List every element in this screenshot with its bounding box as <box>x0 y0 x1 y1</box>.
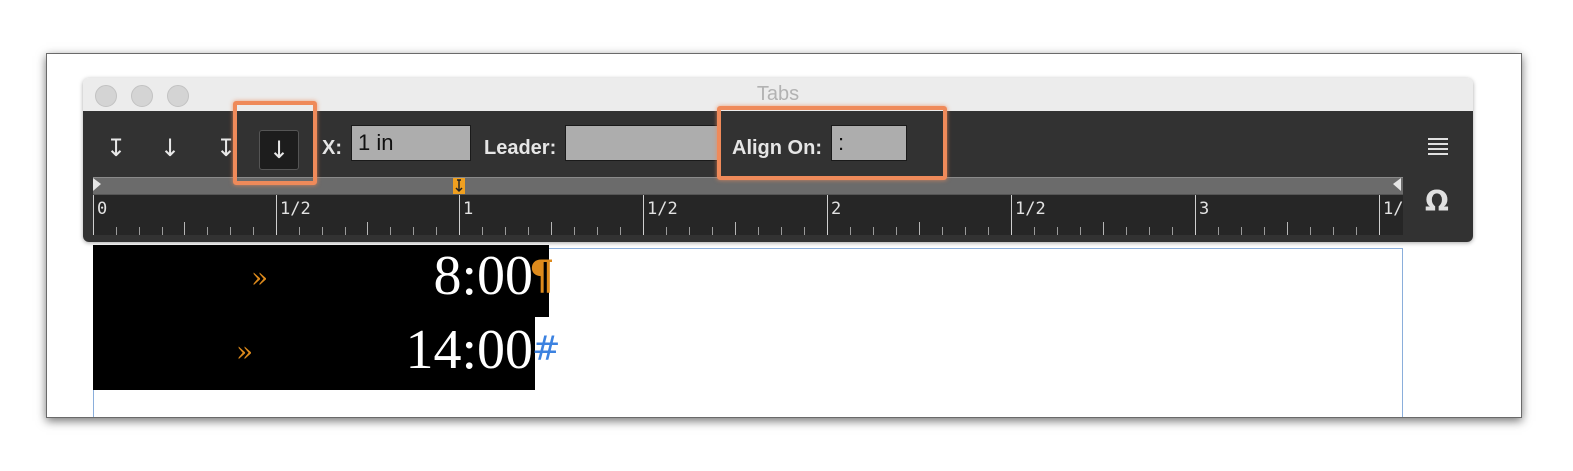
align-to-decimal-tab-stop-icon[interactable] <box>453 178 465 194</box>
document-window: » 8:00 ¶ » 14:00 # Tabs ↧ ↓ ↧ ↓ X: 1 in <box>46 53 1522 418</box>
right-indent-marker-icon[interactable] <box>1391 178 1401 192</box>
leader-field[interactable] <box>565 125 721 161</box>
highlight-align-on-field <box>717 106 947 180</box>
paragraph-mark: ¶ <box>529 252 555 299</box>
highlight-decimal-tab-button <box>233 101 317 185</box>
ruler-label: 1/2 <box>647 199 678 219</box>
left-justified-tab-icon: ↧ <box>105 134 127 162</box>
x-position-field[interactable]: 1 in <box>351 125 471 161</box>
panel-menu-icon[interactable] <box>1428 138 1448 158</box>
position-panel-above-text-frame-icon[interactable]: Ω <box>1425 185 1449 218</box>
left-justified-tab-button[interactable]: ↧ <box>101 133 131 163</box>
end-of-story-mark: # <box>532 329 561 369</box>
left-indent-marker-icon[interactable] <box>93 178 103 192</box>
ruler-label: 1/2 <box>280 199 311 219</box>
x-position-label: X: <box>322 137 342 159</box>
tab-character-marker: » <box>236 335 254 368</box>
text-line-2[interactable]: 14:00 <box>387 322 533 378</box>
leader-label: Leader: <box>484 137 557 159</box>
tab-ruler[interactable]: 0 1/2 1 1/2 2 1/2 3 1/ <box>93 194 1403 235</box>
ruler-label: 2 <box>831 199 842 219</box>
ruler-label: 1 <box>463 199 474 219</box>
ruler-label: 3 <box>1199 199 1210 219</box>
tab-character-marker: » <box>251 261 269 294</box>
center-justified-tab-button[interactable]: ↓ <box>155 133 185 163</box>
center-justified-tab-icon: ↓ <box>159 134 181 162</box>
text-line-1[interactable]: 8:00 <box>407 248 533 304</box>
ruler-label: 0 <box>97 199 108 219</box>
ruler-label: 1/ <box>1383 199 1404 219</box>
tabs-panel: Tabs ↧ ↓ ↧ ↓ X: 1 in Leader: Align On: : <box>83 78 1473 242</box>
ruler-label: 1/2 <box>1015 199 1046 219</box>
